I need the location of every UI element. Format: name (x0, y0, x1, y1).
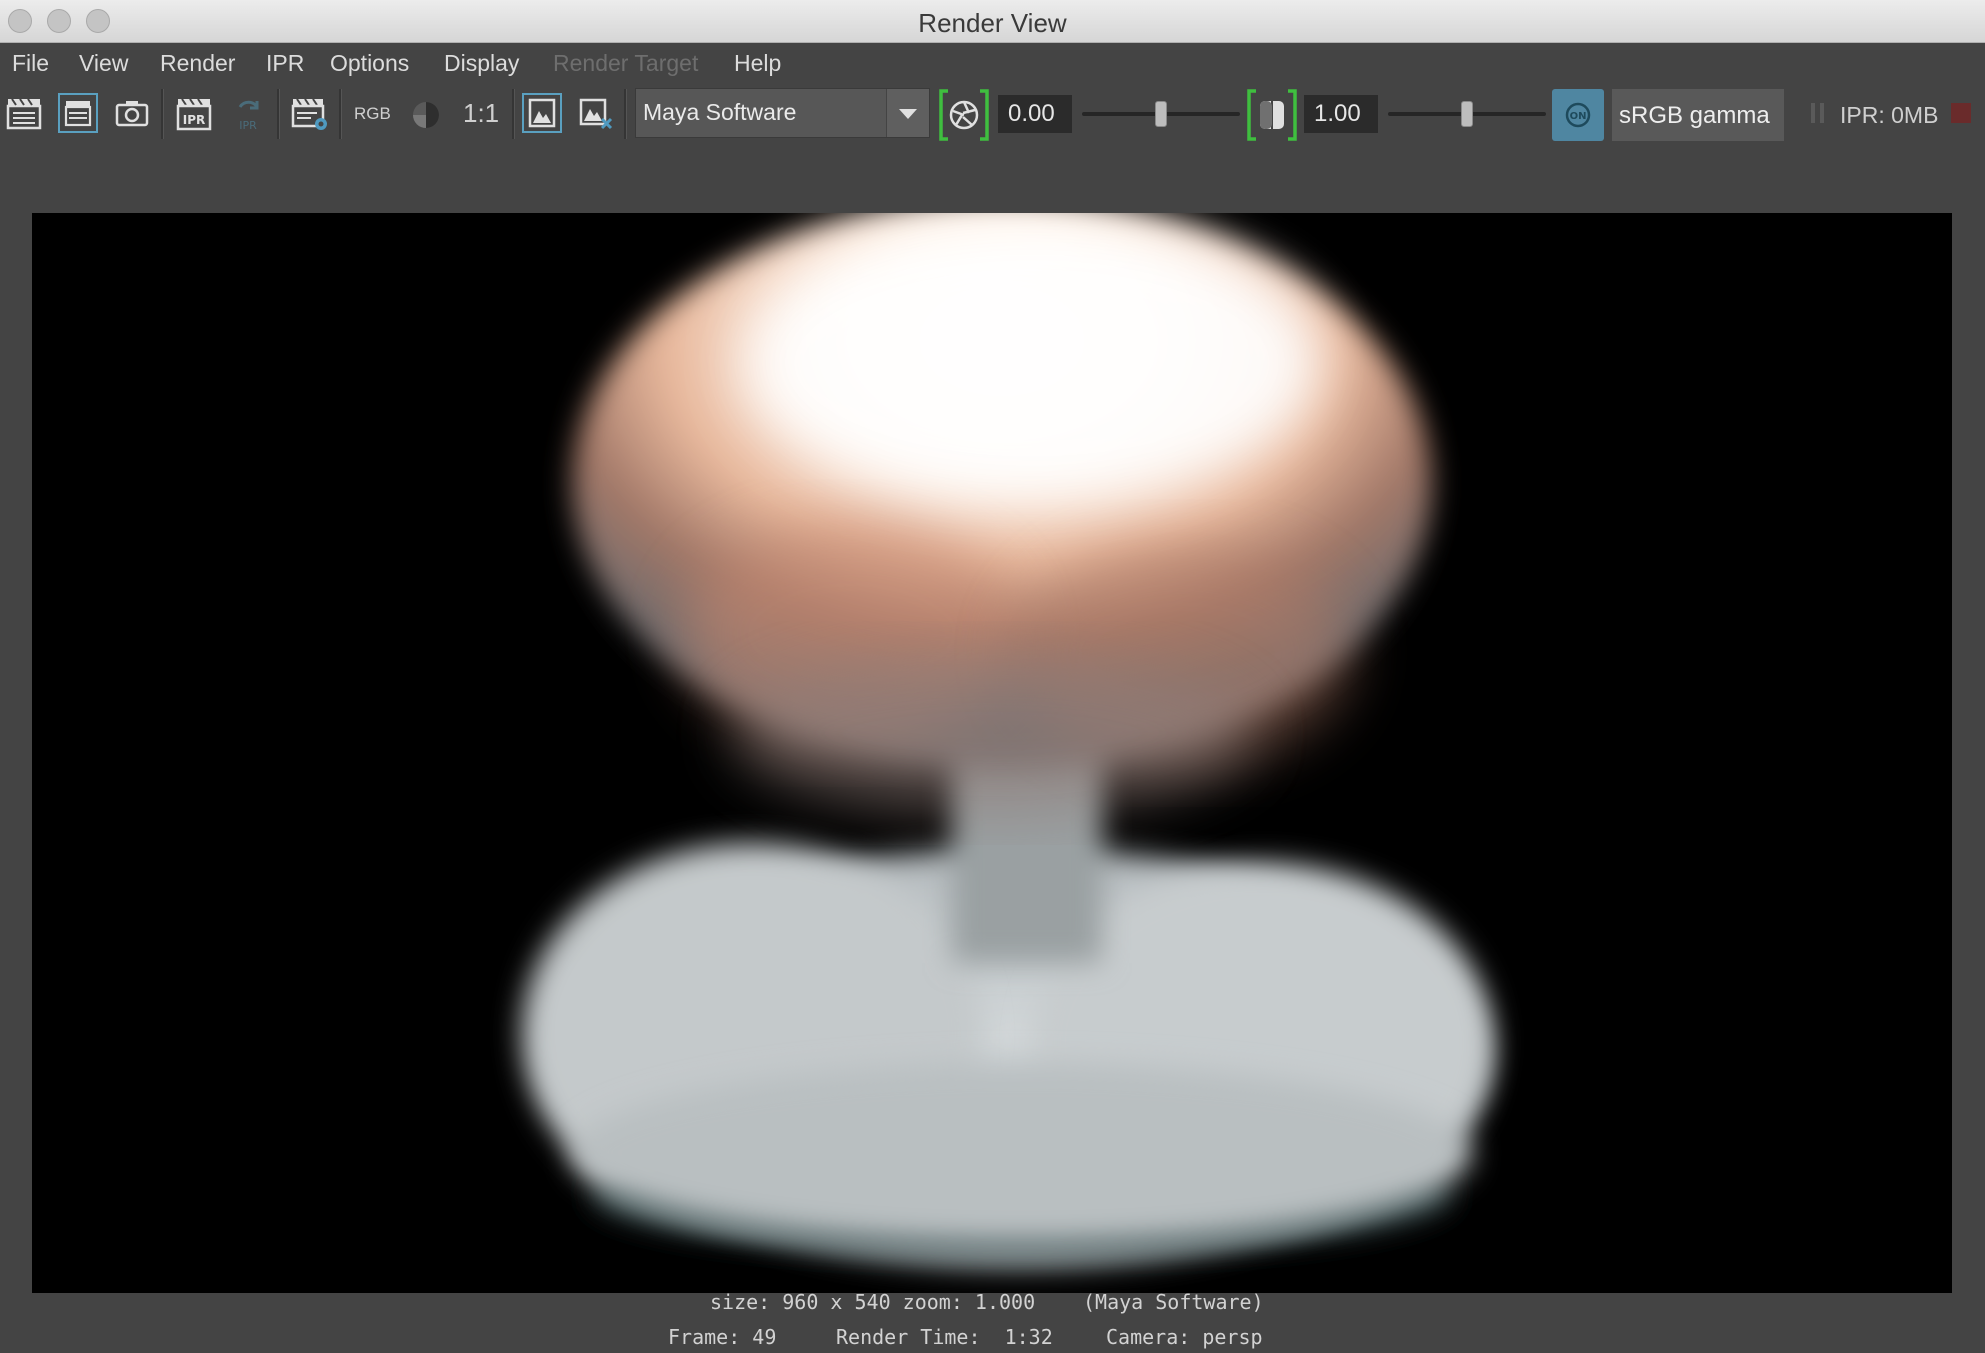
toolbar-separator (512, 89, 515, 139)
snapshot-camera-icon[interactable] (112, 93, 152, 133)
toolbar-separator (277, 89, 280, 139)
menu-bar: File View Render IPR Options Display Ren… (0, 43, 1985, 83)
exposure-icon[interactable] (938, 89, 990, 141)
menu-view[interactable]: View (79, 50, 128, 77)
menu-options[interactable]: Options (330, 50, 409, 77)
renderer-dropdown[interactable]: Maya Software (635, 88, 930, 138)
chevron-down-icon[interactable] (886, 89, 929, 137)
gamma-icon[interactable] (1246, 89, 1298, 141)
exposure-slider-thumb[interactable] (1155, 101, 1167, 127)
camera-info: Camera: persp (1106, 1325, 1263, 1349)
gamma-slider-thumb[interactable] (1461, 101, 1473, 127)
ipr-memory-label: IPR: 0MB (1840, 102, 1939, 128)
keep-image-icon[interactable] (522, 93, 562, 133)
svg-text:IPR: IPR (183, 113, 206, 127)
render-image-viewport[interactable] (32, 213, 1952, 1293)
menu-help[interactable]: Help (734, 50, 781, 77)
render-toolbar: IPR IPR RGB 1:1 Maya Software 0.00 1.00 … (0, 83, 1985, 146)
render-settings-icon[interactable] (290, 93, 330, 133)
window-title-bar: Render View (0, 0, 1985, 43)
menu-ipr[interactable]: IPR (266, 50, 304, 77)
toolbar-separator (624, 89, 627, 139)
exposure-field[interactable]: 0.00 (998, 95, 1072, 133)
stop-icon[interactable] (1946, 94, 1985, 134)
render-size-info: size: 960 x 540 zoom: 1.000 (710, 1290, 1036, 1314)
clapper-render-icon[interactable] (4, 93, 44, 133)
ipr-render-icon[interactable]: IPR (174, 93, 214, 133)
menu-display[interactable]: Display (444, 50, 519, 77)
real-size-button[interactable]: 1:1 (463, 98, 499, 129)
window-title: Render View (918, 8, 1067, 38)
gamma-field[interactable]: 1.00 (1304, 95, 1378, 133)
toolbar-separator (339, 89, 342, 139)
clapper-region-render-icon[interactable] (58, 93, 98, 133)
frame-info: Frame: 49 (668, 1325, 777, 1349)
renderer-value: Maya Software (643, 99, 797, 125)
remove-image-icon[interactable] (576, 93, 616, 133)
alpha-channel-icon[interactable] (406, 95, 446, 135)
menu-file[interactable]: File (12, 50, 49, 77)
renderer-info: (Maya Software) (1083, 1290, 1264, 1314)
rgb-channels-icon[interactable]: RGB (354, 104, 391, 124)
toolbar-separator (161, 89, 164, 139)
ipr-refresh-icon: IPR (228, 93, 268, 133)
color-management-toggle[interactable]: ON (1552, 89, 1604, 141)
view-transform-field[interactable]: sRGB gamma (1612, 89, 1784, 141)
render-time-info: Render Time: 1:32 (836, 1325, 1053, 1349)
color-management-badge: ON (1570, 111, 1587, 122)
menu-render[interactable]: Render (160, 50, 235, 77)
svg-text:IPR: IPR (239, 119, 257, 132)
rendered-explosion-image (522, 213, 1492, 1268)
pause-icon[interactable] (1798, 94, 1838, 134)
menu-render-target: Render Target (553, 50, 699, 76)
